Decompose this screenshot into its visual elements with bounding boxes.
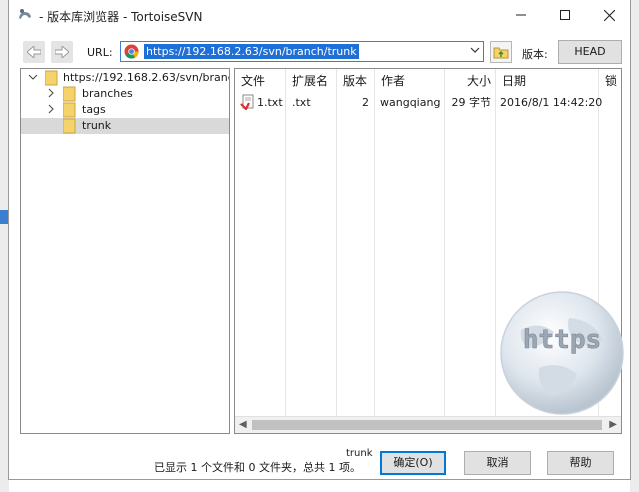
- status-text: 已显示 1 个文件和 0 文件夹，总共 1 项。: [154, 461, 361, 474]
- tortoisesvn-icon: [19, 9, 31, 19]
- tree-item-tags[interactable]: tags: [21, 102, 229, 118]
- arrow-right-icon: [55, 46, 69, 58]
- cell-file-name: 1.txt: [257, 96, 283, 109]
- repository-tree: https://192.168.2.63/svn/branch branches…: [20, 68, 230, 434]
- watermark-text: https: [523, 325, 601, 355]
- url-combobox[interactable]: https://192.168.2.63/svn/branch/trunk: [120, 41, 484, 62]
- cell-size: 29 字节: [451, 96, 492, 109]
- column-header-size[interactable]: 大小: [445, 69, 495, 93]
- tree-item-label: tags: [82, 103, 106, 116]
- cancel-button[interactable]: 取消: [464, 451, 531, 475]
- url-input[interactable]: https://192.168.2.63/svn/branch/trunk: [144, 44, 359, 59]
- tree-item-root[interactable]: https://192.168.2.63/svn/branch: [21, 70, 229, 86]
- window-title: - 版本库浏览器 - TortoiseSVN: [39, 10, 203, 24]
- chevron-down-icon[interactable]: [28, 72, 38, 82]
- column-separator: [444, 69, 445, 417]
- column-header-extension[interactable]: 扩展名: [286, 69, 336, 93]
- maximize-button[interactable]: [543, 0, 587, 30]
- tree-item-label: branches: [82, 87, 133, 100]
- title-bar: - 版本库浏览器 - TortoiseSVN: [9, 0, 630, 30]
- text-file-icon: [240, 94, 254, 110]
- chrome-icon: [124, 44, 139, 59]
- cell-revision: 2: [362, 96, 369, 109]
- tree-item-branches[interactable]: branches: [21, 86, 229, 102]
- toolbar: URL: https://192.168.2.63/svn/branch/tru…: [9, 40, 630, 66]
- scrollbar-thumb[interactable]: [252, 420, 602, 430]
- maximize-icon: [560, 10, 570, 20]
- revision-head-button[interactable]: HEAD: [558, 40, 622, 64]
- arrow-left-icon: [27, 46, 41, 58]
- tree-item-label: trunk: [82, 119, 112, 132]
- column-separator: [336, 69, 337, 417]
- scroll-right-icon[interactable]: ▶: [609, 419, 617, 430]
- close-button[interactable]: [587, 0, 631, 30]
- tree-root-label: https://192.168.2.63/svn/branch: [63, 71, 230, 84]
- help-button[interactable]: 帮助: [547, 451, 614, 475]
- ok-button[interactable]: 确定(O): [380, 451, 446, 475]
- back-button[interactable]: [23, 41, 45, 63]
- column-separator: [374, 69, 375, 417]
- folder-up-icon: [493, 47, 509, 59]
- minimize-button[interactable]: [499, 0, 543, 30]
- column-header-revision[interactable]: 版本: [337, 69, 374, 93]
- column-separator: [285, 69, 286, 417]
- tree-item-trunk[interactable]: trunk: [21, 118, 229, 134]
- column-header-file[interactable]: 文件: [235, 69, 285, 93]
- chevron-right-icon[interactable]: [46, 104, 56, 114]
- browse-folder-button[interactable]: [490, 41, 512, 63]
- folder-icon: [63, 86, 76, 102]
- horizontal-scrollbar[interactable]: ◀ ▶: [235, 416, 621, 433]
- column-separator: [495, 69, 496, 417]
- repo-browser-window: - 版本库浏览器 - TortoiseSVN URL: https://192.…: [8, 0, 631, 480]
- folder-icon: [45, 70, 58, 86]
- folder-icon: [63, 102, 76, 118]
- cell-extension: .txt: [292, 96, 311, 109]
- https-globe-watermark: https: [500, 291, 624, 415]
- column-header-lock[interactable]: 锁: [599, 69, 621, 93]
- cell-date: 2016/8/1 14:42:20: [500, 96, 603, 109]
- column-header-author[interactable]: 作者: [375, 69, 444, 93]
- cell-author: wangqiang: [380, 96, 441, 109]
- scroll-left-icon[interactable]: ◀: [239, 419, 247, 430]
- column-header-date[interactable]: 日期: [496, 69, 598, 93]
- close-icon: [603, 9, 615, 21]
- url-label: URL:: [87, 46, 113, 59]
- chevron-down-icon[interactable]: [470, 45, 480, 55]
- background-window-right: [630, 0, 639, 492]
- trunk-tooltip: trunk: [346, 448, 373, 459]
- folder-icon: [63, 118, 76, 134]
- forward-button[interactable]: [51, 41, 73, 63]
- minimize-icon: [516, 14, 526, 16]
- revision-label: 版本:: [522, 48, 548, 61]
- chevron-right-icon[interactable]: [46, 88, 56, 98]
